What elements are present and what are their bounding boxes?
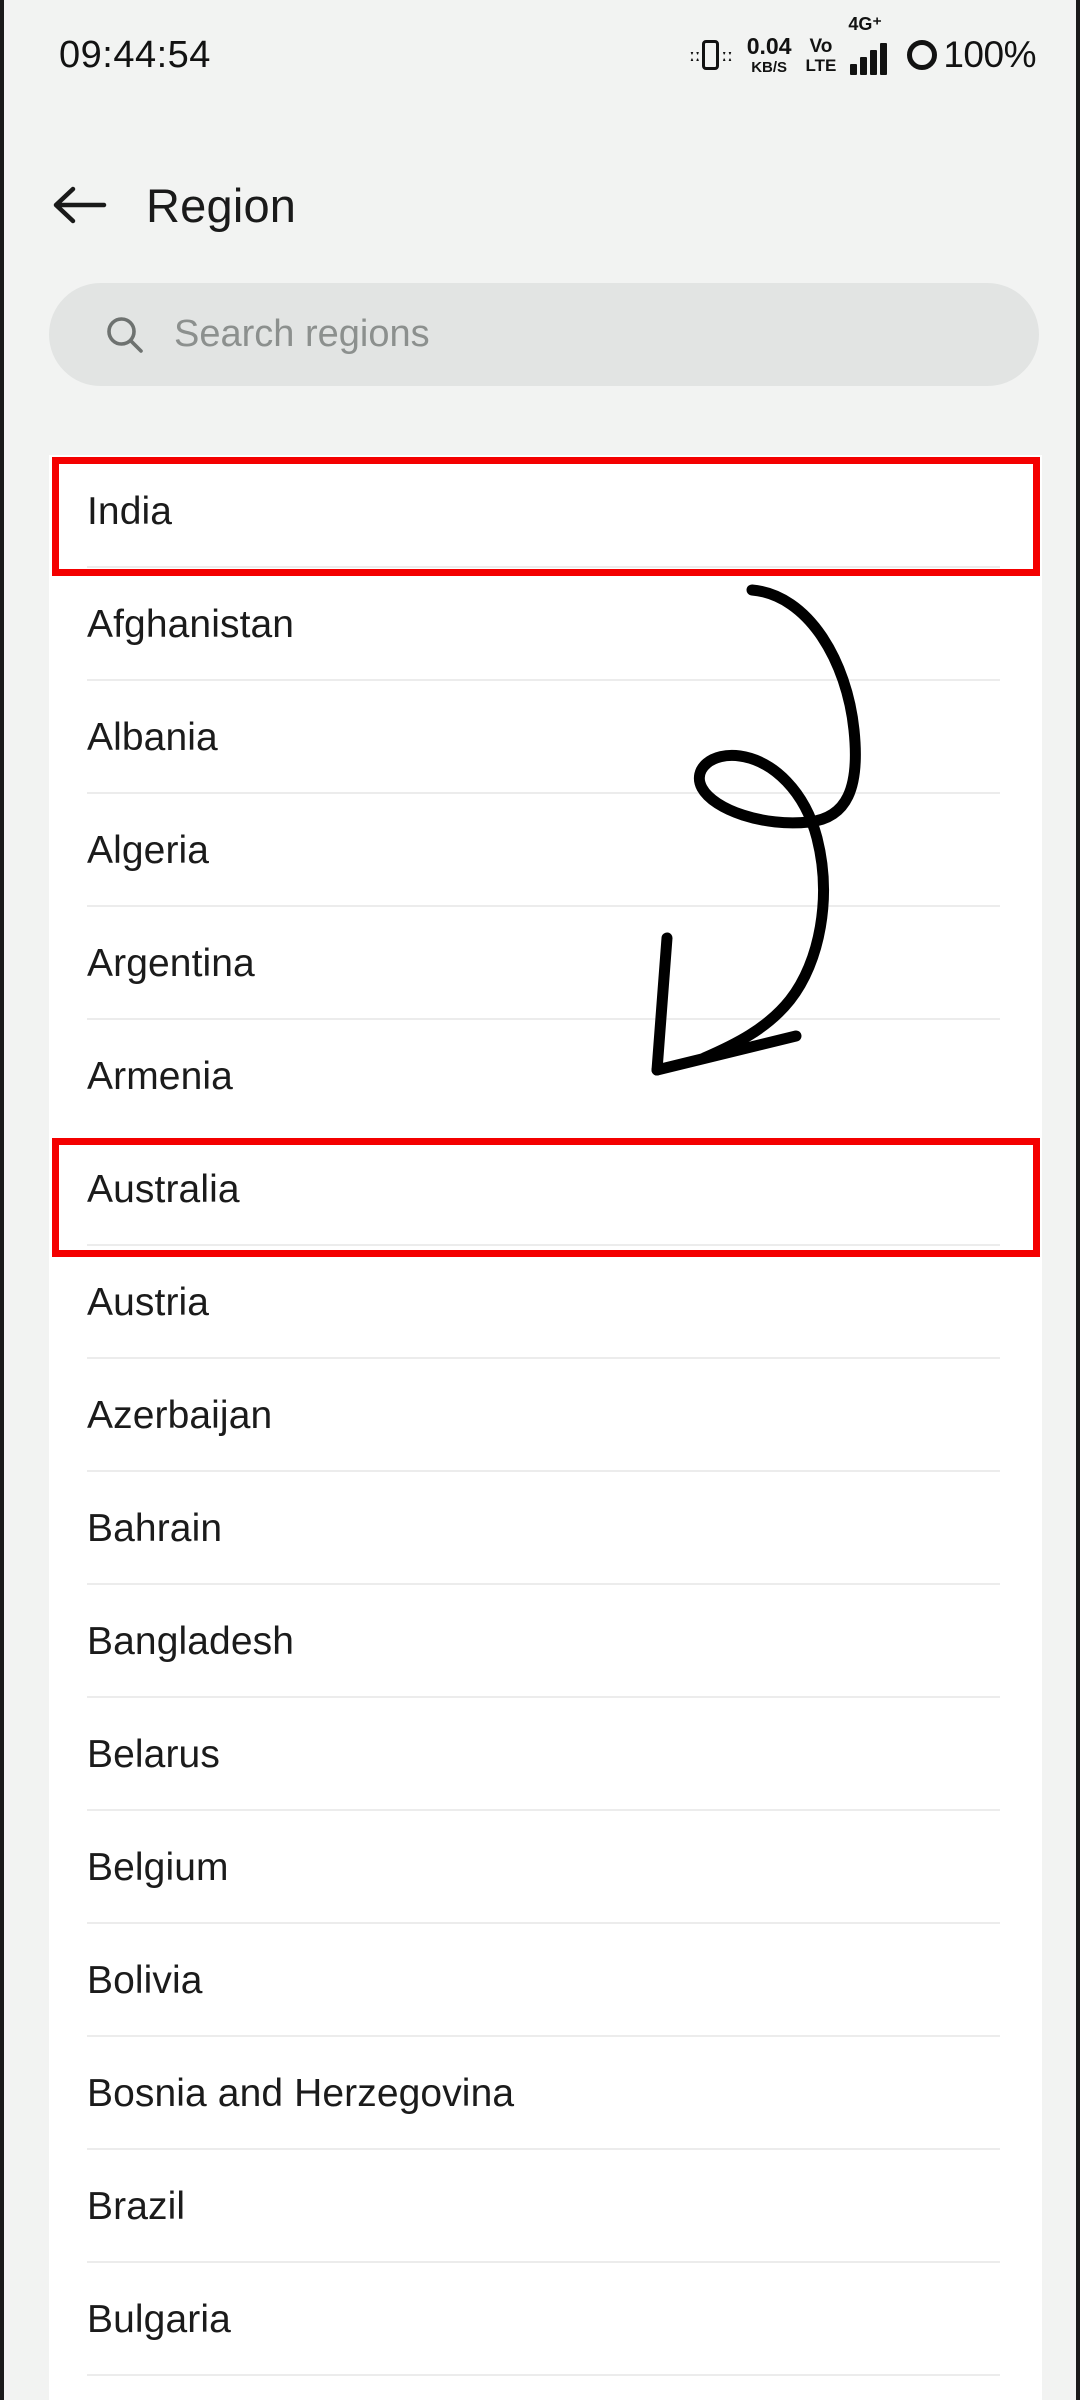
region-row-brazil[interactable]: Brazil bbox=[49, 2150, 1042, 2263]
region-label: Argentina bbox=[87, 941, 255, 985]
network-speed-value: 0.04 bbox=[746, 33, 792, 59]
back-arrow-icon bbox=[53, 186, 107, 224]
region-row-albania[interactable]: Albania bbox=[49, 681, 1042, 794]
search-icon bbox=[107, 316, 143, 353]
volte-top-label: Vo bbox=[809, 35, 833, 57]
status-clock: 09:44:54 bbox=[59, 33, 211, 76]
region-label: Austria bbox=[87, 1280, 210, 1324]
region-label: Bangladesh bbox=[87, 1619, 295, 1663]
app-header: Region bbox=[4, 150, 1076, 260]
signal-bars bbox=[850, 43, 888, 75]
region-label: Bulgaria bbox=[87, 2297, 231, 2341]
region-row-belgium[interactable]: Belgium bbox=[49, 1811, 1042, 1924]
region-row-austria[interactable]: Austria bbox=[49, 1246, 1042, 1359]
region-label: Albania bbox=[87, 715, 218, 759]
network-type-label: 4G⁺ bbox=[848, 14, 882, 34]
region-row-argentina[interactable]: Argentina bbox=[49, 907, 1042, 1020]
battery-percent-label: 100% bbox=[943, 34, 1036, 75]
region-label: India bbox=[87, 489, 173, 533]
region-label: Azerbaijan bbox=[87, 1393, 273, 1437]
region-row-bolivia[interactable]: Bolivia bbox=[49, 1924, 1042, 2037]
region-list[interactable]: India Afghanistan Albania Algeria Argent… bbox=[49, 455, 1042, 2400]
page-title: Region bbox=[146, 178, 297, 232]
row-divider bbox=[87, 2374, 1000, 2376]
network-speed-indicator: 0.04 KB/S bbox=[746, 33, 792, 76]
region-row-bangladesh[interactable]: Bangladesh bbox=[49, 1585, 1042, 1698]
region-row-afghanistan[interactable]: Afghanistan bbox=[49, 568, 1042, 681]
volte-icon: Vo LTE bbox=[806, 37, 837, 74]
status-bar: 09:44:54 ːː ːː 0.04 KB/S Vo LTE 4G⁺ 100% bbox=[4, 0, 1076, 110]
phone-screen: 09:44:54 ːː ːː 0.04 KB/S Vo LTE 4G⁺ 100%… bbox=[0, 0, 1080, 2400]
signal-bars-icon: 4G⁺ bbox=[848, 15, 888, 75]
region-row-armenia[interactable]: Armenia bbox=[49, 1020, 1042, 1133]
search-placeholder-text: Search regions bbox=[174, 313, 430, 355]
volte-bottom-label: LTE bbox=[805, 55, 837, 75]
status-icons-group: ːː ːː 0.04 KB/S Vo LTE 4G⁺ 100% bbox=[689, 15, 1036, 76]
region-label: Bolivia bbox=[87, 1958, 203, 2002]
region-label: Australia bbox=[87, 1167, 240, 1211]
battery-indicator: 100% bbox=[907, 34, 1036, 76]
region-label: Bosnia and Herzegovina bbox=[87, 2071, 515, 2115]
network-speed-unit: KB/S bbox=[751, 59, 788, 76]
region-row-australia[interactable]: Australia bbox=[49, 1133, 1042, 1246]
search-input[interactable]: Search regions bbox=[49, 283, 1039, 386]
region-label: Afghanistan bbox=[87, 602, 295, 646]
region-row-india[interactable]: India bbox=[49, 455, 1042, 568]
signal-bar-1 bbox=[850, 64, 858, 75]
region-row-bulgaria[interactable]: Bulgaria bbox=[49, 2263, 1042, 2376]
back-button[interactable] bbox=[44, 169, 116, 241]
region-row-bahrain[interactable]: Bahrain bbox=[49, 1472, 1042, 1585]
region-row-belarus[interactable]: Belarus bbox=[49, 1698, 1042, 1811]
vibrate-body bbox=[702, 40, 720, 70]
region-row-bosnia-and-herzegovina[interactable]: Bosnia and Herzegovina bbox=[49, 2037, 1042, 2150]
region-label: Algeria bbox=[87, 828, 210, 872]
vibrate-icon: ːː ːː bbox=[689, 40, 733, 70]
region-label: Belgium bbox=[87, 1845, 229, 1889]
region-label: Brazil bbox=[87, 2184, 186, 2228]
signal-bar-2 bbox=[860, 57, 868, 75]
region-row-azerbaijan[interactable]: Azerbaijan bbox=[49, 1359, 1042, 1472]
signal-bar-4 bbox=[880, 43, 888, 75]
vibrate-wave-left: ːː bbox=[689, 45, 701, 65]
region-label: Belarus bbox=[87, 1732, 220, 1776]
region-row-algeria[interactable]: Algeria bbox=[49, 794, 1042, 907]
signal-bar-3 bbox=[870, 50, 878, 75]
region-label: Armenia bbox=[87, 1054, 233, 1098]
vibrate-wave-right: ːː bbox=[721, 45, 733, 65]
region-label: Bahrain bbox=[87, 1506, 223, 1550]
battery-ring-icon bbox=[907, 40, 938, 70]
